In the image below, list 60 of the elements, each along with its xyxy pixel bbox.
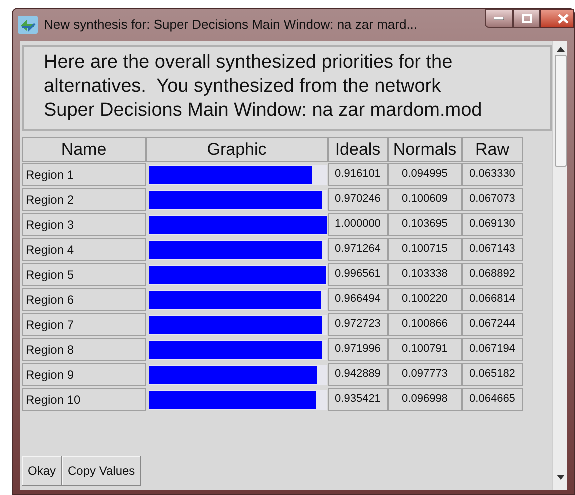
table-cell: 0.066814 — [462, 288, 523, 311]
dialog-button[interactable]: Copy Values — [62, 456, 142, 486]
column-header: Name — [22, 137, 146, 162]
column-header: Ideals — [328, 137, 388, 162]
table-cell: Region 8 — [22, 338, 146, 361]
table-cell: 0.094995 — [388, 163, 462, 186]
scroll-down-icon — [557, 475, 565, 480]
table-cell: 0.100715 — [388, 238, 462, 261]
table-cell: 0.100866 — [388, 313, 462, 336]
table-cell: 0.942889 — [328, 363, 388, 386]
table-cell: 0.996561 — [328, 263, 388, 286]
table-cell: 0.100220 — [388, 288, 462, 311]
table-cell: 0.064665 — [462, 388, 523, 411]
table-cell: 0.970246 — [328, 188, 388, 211]
close-button[interactable] — [540, 9, 574, 28]
minimize-icon — [494, 16, 504, 20]
column-header: Graphic — [146, 137, 328, 162]
table-cell: Region 2 — [22, 188, 146, 211]
column-header: Normals — [388, 137, 462, 162]
minimize-button[interactable] — [485, 9, 513, 28]
table-cell: 0.067194 — [462, 338, 523, 361]
table-cell: Region 10 — [22, 388, 146, 411]
table-cell: 0.935421 — [328, 388, 388, 411]
table-cell: Region 9 — [22, 363, 146, 386]
table-cell: 0.100791 — [388, 338, 462, 361]
table-cell: Region 5 — [22, 263, 146, 286]
table-cell: 0.065182 — [462, 363, 523, 386]
table-cell: 0.971996 — [328, 338, 388, 361]
table-cell: 0.067143 — [462, 238, 523, 261]
table-cell: Region 3 — [22, 213, 146, 236]
table-cell: Region 4 — [22, 238, 146, 261]
table-cell: 0.069130 — [462, 213, 523, 236]
table-cell: 0.063330 — [462, 163, 523, 186]
dialog-button[interactable]: Okay — [22, 456, 62, 486]
table-cell: 0.971264 — [328, 238, 388, 261]
table-cell: 0.100609 — [388, 188, 462, 211]
scrollbar[interactable] — [552, 41, 567, 490]
table-cell: 0.067073 — [462, 188, 523, 211]
table-cell: 0.067244 — [462, 313, 523, 336]
window-title: New synthesis for: Super Decisions Main Window: na zar mard... — [44, 16, 418, 34]
app-icon — [17, 15, 39, 35]
table-cell: 0.103338 — [388, 263, 462, 286]
table-cell: Region 7 — [22, 313, 146, 336]
table-cell: 1.000000 — [328, 213, 388, 236]
table-cell: 0.972723 — [328, 313, 388, 336]
scroll-up-icon — [557, 47, 565, 52]
table-cell: 0.097773 — [388, 363, 462, 386]
table-cell: Region 1 — [22, 163, 146, 186]
table-cell: 0.966494 — [328, 288, 388, 311]
table-cell: 0.103695 — [388, 213, 462, 236]
maximize-icon — [522, 14, 532, 23]
message-text: Here are the overall synthesized priorities for the alternatives. You synthesized from the network Super Decisions Main Window: na zar mardom.mod — [22, 45, 552, 131]
maximize-button[interactable] — [513, 9, 540, 28]
column-header: Raw — [462, 137, 523, 162]
table-cell: 0.916101 — [328, 163, 388, 186]
scroll-thumb[interactable] — [555, 55, 567, 167]
table-cell: 0.096998 — [388, 388, 462, 411]
table-cell: Region 6 — [22, 288, 146, 311]
table-cell: 0.068892 — [462, 263, 523, 286]
close-icon — [558, 14, 569, 24]
